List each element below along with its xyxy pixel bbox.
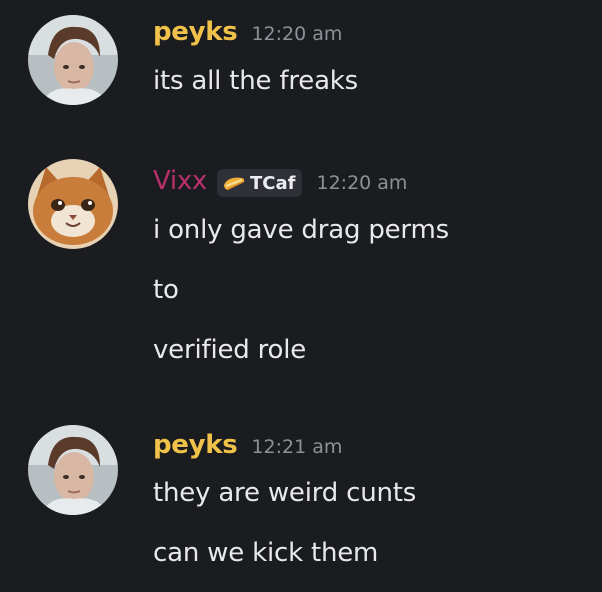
timestamp: 12:21 am [251, 436, 343, 458]
message-text: to [153, 275, 179, 305]
username-vixx[interactable]: Vixx [153, 166, 207, 196]
server-tag-label: TCaf [250, 172, 296, 194]
avatar-image-vixx [28, 159, 118, 249]
message-text: i only gave drag perms [153, 215, 449, 245]
avatar-image-peyks [28, 425, 118, 515]
chat-log: peyks 12:20 am its all the freaks Vixx T… [0, 0, 602, 592]
message-text: they are weird cunts [153, 478, 417, 508]
username-peyks[interactable]: peyks [153, 17, 238, 47]
timestamp: 12:20 am [316, 172, 408, 194]
message-text: its all the freaks [153, 66, 359, 96]
sandwich-icon [224, 177, 245, 190]
message-header: peyks 12:21 am [153, 430, 342, 460]
avatar-peyks[interactable] [28, 425, 118, 515]
message-text: can we kick them [153, 538, 379, 568]
message-text: verified role [153, 335, 307, 365]
timestamp: 12:20 am [251, 23, 343, 45]
server-tag[interactable]: TCaf [217, 169, 303, 197]
message-header: Vixx TCaf 12:20 am [153, 166, 408, 197]
avatar-peyks[interactable] [28, 15, 118, 105]
username-peyks[interactable]: peyks [153, 430, 238, 460]
avatar-vixx[interactable] [28, 159, 118, 249]
avatar-image-peyks [28, 15, 118, 105]
message-header: peyks 12:20 am [153, 17, 342, 47]
